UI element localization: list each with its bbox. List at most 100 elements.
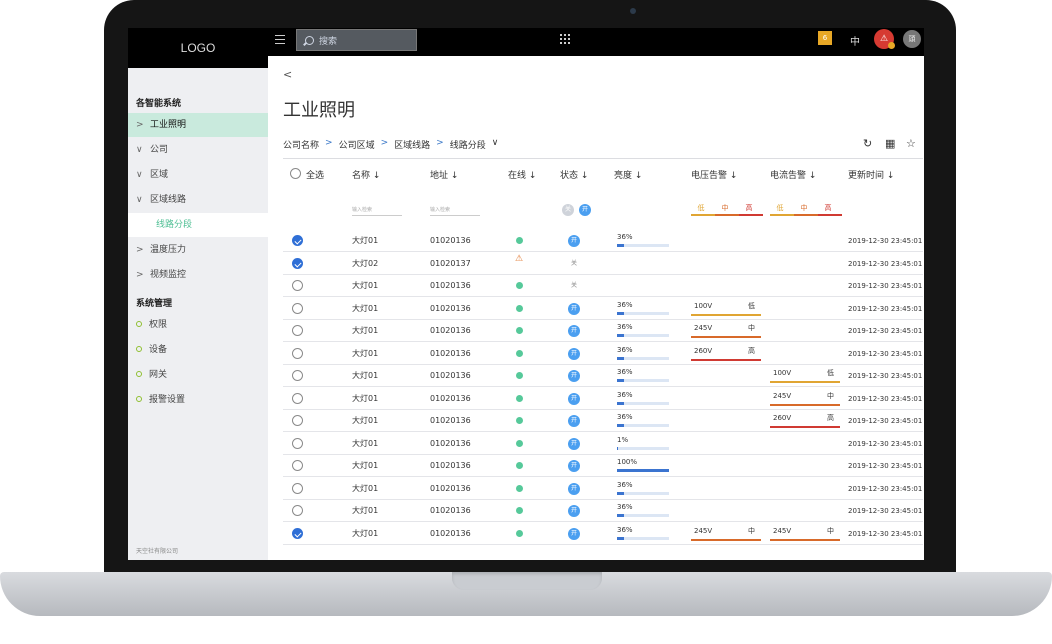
grid-icon[interactable]: ▦ (885, 137, 895, 150)
state-on-badge[interactable]: 开 (568, 482, 580, 495)
state-on-badge[interactable]: 开 (568, 347, 580, 360)
chevron-right-icon: > (136, 120, 144, 130)
row-checkbox[interactable] (292, 347, 303, 359)
state-on-badge[interactable]: 开 (568, 235, 580, 247)
back-button[interactable]: < (283, 68, 292, 81)
breadcrumb-item[interactable]: 公司区域 (339, 138, 375, 151)
column-header[interactable]: 亮度 ↓ (614, 168, 642, 181)
name-filter-input[interactable]: 输入检索 (352, 206, 402, 216)
current-level-filter[interactable]: 中 (794, 203, 814, 213)
sidebar-item[interactable]: 设备 (128, 338, 268, 362)
current-level-filter[interactable]: 低 (770, 203, 790, 213)
row-checkbox[interactable] (292, 257, 303, 269)
state-on-badge[interactable]: 开 (568, 437, 580, 450)
row-checkbox[interactable] (292, 280, 303, 291)
voltage-level-filter[interactable]: 低 (691, 203, 711, 213)
brightness-fill (617, 446, 618, 450)
sidebar-item[interactable]: ∨ 区域 (128, 163, 268, 187)
table-row[interactable]: 大灯01 01020136 开 36% 2019-12-30 23:45:01 (283, 478, 923, 500)
state-off-badge[interactable]: 关 (571, 253, 577, 275)
lamp-address: 01020136 (430, 461, 471, 470)
state-on-badge[interactable]: 开 (568, 505, 580, 517)
row-checkbox[interactable] (292, 482, 303, 494)
state-on-badge[interactable]: 开 (568, 370, 580, 382)
state-filter-on[interactable]: 开 (579, 204, 591, 216)
column-header[interactable]: 地址 ↓ (430, 168, 458, 181)
sidebar-item[interactable]: 网关 (128, 363, 268, 387)
row-checkbox[interactable] (292, 302, 303, 314)
lamp-address: 01020136 (430, 303, 471, 313)
table-row[interactable]: 大灯01 01020136 开 36% 260V 高 2019-12-30 23:45:01 (283, 343, 923, 365)
sidebar-item[interactable]: ∨ 区域线路 (128, 188, 268, 212)
star-icon[interactable]: ☆ (906, 137, 916, 150)
update-time: 2019-12-30 23:45:01 (848, 462, 923, 470)
row-checkbox[interactable] (292, 392, 303, 404)
sidebar-item[interactable]: > 视频监控 (128, 263, 268, 287)
row-checkbox[interactable] (292, 235, 303, 246)
current-level-filter[interactable]: 高 (818, 203, 838, 213)
refresh-icon[interactable]: ↻ (863, 137, 872, 150)
brightness-cell: 36% (617, 345, 669, 360)
message-badge[interactable]: 6 (818, 31, 832, 45)
table-row[interactable]: 大灯01 01020136 开 36% 245V 中 2019-12-30 23:45:01 (283, 388, 923, 410)
table-row[interactable]: 大灯02 01020137 ⚠ 关 2019-12-30 23:45:01 (283, 253, 923, 275)
row-checkbox[interactable] (292, 437, 303, 449)
sidebar-item[interactable]: 权限 (128, 313, 268, 337)
row-checkbox[interactable] (292, 370, 303, 381)
menu-icon[interactable] (275, 35, 285, 44)
row-checkbox[interactable] (292, 460, 303, 471)
table-row[interactable]: 大灯01 01020136 开 36% 2019-12-30 23:45:01 (283, 500, 923, 522)
sidebar-item[interactable]: > 温度压力 (128, 238, 268, 262)
row-checkbox[interactable] (292, 325, 303, 336)
chevron-down-icon[interactable]: ∨ (492, 138, 499, 151)
state-on-badge[interactable]: 开 (568, 460, 580, 472)
breadcrumb-item[interactable]: 区域线路 (394, 138, 430, 151)
row-checkbox[interactable] (292, 527, 303, 539)
language-switch[interactable]: 中 (850, 33, 860, 48)
laptop-notch (452, 572, 602, 590)
state-on-badge[interactable]: 开 (568, 302, 580, 315)
state-on-badge[interactable]: 开 (568, 392, 580, 405)
state-on-badge[interactable]: 开 (568, 415, 580, 427)
row-checkbox[interactable] (292, 505, 303, 516)
column-header[interactable]: 在线 ↓ (508, 168, 536, 181)
sidebar-item[interactable]: 报警设置 (128, 388, 268, 412)
column-header[interactable]: 电压告警 ↓ (691, 168, 737, 181)
brightness-bar (617, 379, 669, 382)
column-header[interactable]: 电流告警 ↓ (770, 168, 816, 181)
table-row[interactable]: 大灯01 01020136 开 36% 245V 中 2019-12-30 23:45:01 (283, 320, 923, 342)
table-row[interactable]: 大灯01 01020136 开 1% 2019-12-30 23:45:01 (283, 433, 923, 455)
addr-filter-input[interactable]: 输入检索 (430, 206, 480, 216)
table-row[interactable]: 大灯01 01020136 关 2019-12-30 23:45:01 (283, 275, 923, 297)
table-row[interactable]: 大灯01 01020136 开 36% 2019-12-30 23:45:01 (283, 230, 923, 252)
sidebar-item[interactable]: > 工业照明 (128, 113, 268, 137)
voltage-alarm-value: 245V (694, 526, 713, 535)
apps-grid-icon[interactable] (560, 34, 570, 44)
warning-icon: ⚠ (515, 253, 524, 264)
online-dot (516, 349, 523, 357)
search-input[interactable]: 搜索 (296, 29, 417, 51)
avatar[interactable]: 頭 (903, 30, 921, 48)
row-checkbox[interactable] (292, 415, 303, 426)
table-row[interactable]: 大灯01 01020136 开 36% 100V 低 2019-12-30 23:45:01 (283, 298, 923, 320)
state-filter-off[interactable]: 关 (562, 204, 574, 216)
breadcrumb-item[interactable]: 线路分段 (450, 138, 486, 151)
state-on-badge[interactable]: 开 (568, 325, 580, 337)
table-row[interactable]: 大灯01 01020136 开 100% 2019-12-30 23:45:01 (283, 455, 923, 477)
select-all-checkbox[interactable] (290, 168, 301, 179)
select-all-label[interactable]: 全选 (306, 168, 324, 181)
table-row[interactable]: 大灯01 01020136 开 36% 245V 中 245V 中 2019-12-30 23:… (283, 523, 923, 545)
column-header[interactable]: 名称 ↓ (352, 168, 380, 181)
voltage-level-filter[interactable]: 高 (739, 203, 759, 213)
update-time: 2019-12-30 23:45:01 (848, 327, 923, 335)
sidebar-item[interactable]: ∨ 公司 (128, 138, 268, 162)
column-header[interactable]: 更新时间 ↓ (848, 168, 894, 181)
breadcrumb-item[interactable]: 公司名称 (283, 138, 319, 151)
voltage-level-filter[interactable]: 中 (715, 203, 735, 213)
sidebar-item[interactable]: 线路分段 (128, 213, 268, 237)
state-off-badge[interactable]: 关 (571, 275, 577, 297)
state-on-badge[interactable]: 开 (568, 527, 580, 540)
table-row[interactable]: 大灯01 01020136 开 36% 260V 高 2019-12-30 23:45:01 (283, 410, 923, 432)
table-row[interactable]: 大灯01 01020136 开 36% 100V 低 2019-12-30 23:45:01 (283, 365, 923, 387)
column-header[interactable]: 状态 ↓ (560, 168, 588, 181)
